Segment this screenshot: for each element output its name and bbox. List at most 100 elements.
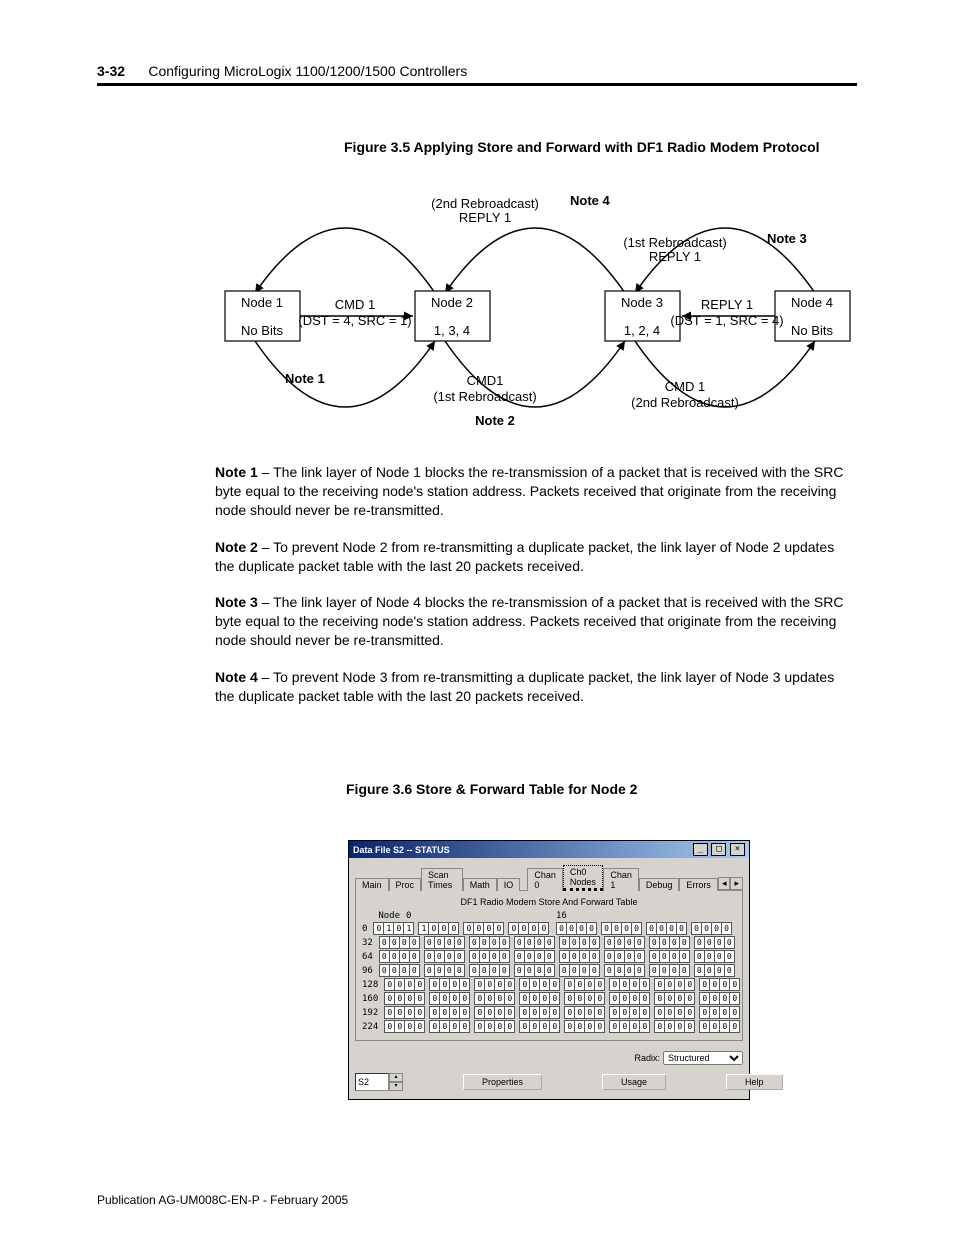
bit-cell[interactable]: 0 bbox=[524, 964, 534, 977]
bit-cell[interactable]: 0 bbox=[404, 1006, 414, 1019]
bit-cell[interactable]: 0 bbox=[659, 964, 669, 977]
bit-cell[interactable]: 0 bbox=[614, 936, 624, 949]
bit-cell[interactable]: 0 bbox=[448, 922, 459, 935]
bit-cell[interactable]: 0 bbox=[594, 1006, 605, 1019]
bit-cell[interactable]: 0 bbox=[444, 964, 454, 977]
bit-cell[interactable]: 0 bbox=[519, 1020, 529, 1033]
bit-cell[interactable]: 0 bbox=[439, 978, 449, 991]
minimize-icon[interactable]: _ bbox=[693, 843, 708, 856]
bit-cell[interactable]: 0 bbox=[699, 992, 709, 1005]
bit-cell[interactable]: 0 bbox=[694, 936, 704, 949]
bit-cell[interactable]: 0 bbox=[424, 950, 434, 963]
bit-cell[interactable]: 0 bbox=[493, 922, 504, 935]
spin-up-icon[interactable]: ▴ bbox=[389, 1073, 403, 1082]
bit-cell[interactable]: 0 bbox=[589, 964, 600, 977]
bit-cell[interactable]: 0 bbox=[639, 1006, 650, 1019]
bit-cell[interactable]: 0 bbox=[659, 950, 669, 963]
bit-cell[interactable]: 0 bbox=[631, 922, 642, 935]
bit-cell[interactable]: 0 bbox=[519, 1006, 529, 1019]
bit-cell[interactable]: 0 bbox=[463, 922, 473, 935]
bit-cell[interactable]: 0 bbox=[389, 950, 399, 963]
bit-cell[interactable]: 0 bbox=[614, 964, 624, 977]
bit-cell[interactable]: 0 bbox=[494, 1020, 504, 1033]
bit-cell[interactable]: 0 bbox=[621, 922, 631, 935]
bit-cell[interactable]: 0 bbox=[519, 992, 529, 1005]
bit-cell[interactable]: 0 bbox=[609, 1020, 619, 1033]
bit-cell[interactable]: 0 bbox=[584, 992, 594, 1005]
bit-cell[interactable]: 0 bbox=[449, 978, 459, 991]
bit-cell[interactable]: 0 bbox=[479, 950, 489, 963]
bit-cell[interactable]: 0 bbox=[549, 992, 560, 1005]
tab-debug[interactable]: Debug bbox=[639, 878, 680, 891]
bit-cell[interactable]: 0 bbox=[584, 1006, 594, 1019]
radix-select[interactable]: Structured bbox=[663, 1051, 743, 1065]
bit-cell[interactable]: 0 bbox=[438, 922, 448, 935]
bit-cell[interactable]: 0 bbox=[574, 1006, 584, 1019]
bit-cell[interactable]: 0 bbox=[549, 1020, 560, 1033]
tab-proc[interactable]: Proc bbox=[389, 878, 422, 891]
bit-cell[interactable]: 0 bbox=[714, 950, 724, 963]
bit-cell[interactable]: 0 bbox=[566, 922, 576, 935]
bit-cell[interactable]: 0 bbox=[519, 978, 529, 991]
bit-cell[interactable]: 0 bbox=[494, 1006, 504, 1019]
bit-cell[interactable]: 0 bbox=[721, 922, 732, 935]
bit-cell[interactable]: 0 bbox=[724, 964, 735, 977]
bit-cell[interactable]: 0 bbox=[649, 936, 659, 949]
bit-cell[interactable]: 0 bbox=[709, 978, 719, 991]
bit-cell[interactable]: 0 bbox=[656, 922, 666, 935]
bit-cell[interactable]: 0 bbox=[714, 964, 724, 977]
bit-cell[interactable]: 0 bbox=[439, 1006, 449, 1019]
bit-cell[interactable]: 0 bbox=[504, 978, 515, 991]
bit-cell[interactable]: 0 bbox=[534, 964, 544, 977]
bit-cell[interactable]: 0 bbox=[484, 1006, 494, 1019]
bit-cell[interactable]: 0 bbox=[574, 992, 584, 1005]
bit-cell[interactable]: 0 bbox=[624, 936, 634, 949]
spin-down-icon[interactable]: ▾ bbox=[389, 1082, 403, 1091]
bit-cell[interactable]: 0 bbox=[699, 978, 709, 991]
tab-scantimes[interactable]: Scan Times bbox=[421, 868, 463, 891]
bit-cell[interactable]: 0 bbox=[474, 1006, 484, 1019]
bit-cell[interactable]: 0 bbox=[629, 1006, 639, 1019]
bit-cell[interactable]: 0 bbox=[384, 1020, 394, 1033]
bit-cell[interactable]: 0 bbox=[434, 950, 444, 963]
bit-cell[interactable]: 0 bbox=[564, 1020, 574, 1033]
bit-cell[interactable]: 0 bbox=[483, 922, 493, 935]
bit-cell[interactable]: 0 bbox=[604, 936, 614, 949]
bit-cell[interactable]: 0 bbox=[544, 964, 555, 977]
bit-cell[interactable]: 0 bbox=[719, 1006, 729, 1019]
bit-cell[interactable]: 0 bbox=[444, 950, 454, 963]
bit-cell[interactable]: 0 bbox=[639, 978, 650, 991]
bit-cell[interactable]: 0 bbox=[404, 1020, 414, 1033]
bit-cell[interactable]: 0 bbox=[489, 964, 499, 977]
bit-cell[interactable]: 0 bbox=[714, 936, 724, 949]
bit-cell[interactable]: 0 bbox=[534, 950, 544, 963]
bit-cell[interactable]: 0 bbox=[459, 978, 470, 991]
bit-cell[interactable]: 0 bbox=[564, 1006, 574, 1019]
bit-cell[interactable]: 0 bbox=[549, 978, 560, 991]
bit-cell[interactable]: 0 bbox=[489, 936, 499, 949]
bit-cell[interactable]: 0 bbox=[544, 950, 555, 963]
bit-cell[interactable]: 0 bbox=[569, 950, 579, 963]
bit-cell[interactable]: 0 bbox=[719, 1020, 729, 1033]
bit-cell[interactable]: 0 bbox=[484, 1020, 494, 1033]
bit-cell[interactable]: 0 bbox=[469, 964, 479, 977]
bit-cell[interactable]: 0 bbox=[709, 1020, 719, 1033]
bit-cell[interactable]: 0 bbox=[699, 1006, 709, 1019]
bit-cell[interactable]: 0 bbox=[449, 992, 459, 1005]
bit-cell[interactable]: 0 bbox=[684, 1006, 695, 1019]
bit-cell[interactable]: 0 bbox=[394, 1020, 404, 1033]
bit-cell[interactable]: 0 bbox=[664, 978, 674, 991]
bit-cell[interactable]: 0 bbox=[459, 992, 470, 1005]
bit-cell[interactable]: 0 bbox=[676, 922, 687, 935]
close-icon[interactable]: × bbox=[730, 843, 745, 856]
bit-cell[interactable]: 0 bbox=[504, 992, 515, 1005]
bit-cell[interactable]: 0 bbox=[694, 950, 704, 963]
bit-cell[interactable]: 0 bbox=[514, 950, 524, 963]
bit-cell[interactable]: 0 bbox=[529, 1006, 539, 1019]
bit-cell[interactable]: 0 bbox=[624, 964, 634, 977]
bit-cell[interactable]: 0 bbox=[474, 978, 484, 991]
bit-cell[interactable]: 0 bbox=[579, 936, 589, 949]
bit-cell[interactable]: 0 bbox=[674, 992, 684, 1005]
address-spinner[interactable]: ▴▾ bbox=[355, 1073, 403, 1091]
bit-cell[interactable]: 0 bbox=[379, 950, 389, 963]
